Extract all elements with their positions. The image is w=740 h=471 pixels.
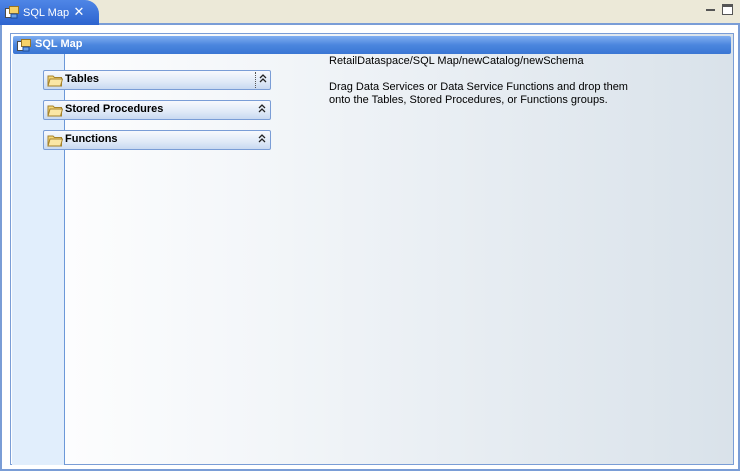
- sql-map-icon: [17, 39, 31, 52]
- collapse-icon[interactable]: [255, 72, 269, 88]
- header-title: SQL Map: [35, 38, 83, 50]
- double-chevron-up-icon: [258, 104, 266, 113]
- maximize-icon[interactable]: [722, 4, 733, 15]
- folder-icon: [47, 135, 63, 147]
- double-chevron-up-icon: [258, 134, 266, 143]
- tab-label: SQL Map: [23, 7, 70, 19]
- folder-icon: [47, 105, 63, 117]
- sql-map-canvas: SQL Map Tables Stored Procedures Functio…: [10, 33, 734, 465]
- tab-sql-map[interactable]: SQL Map ✕: [0, 0, 99, 25]
- minimize-icon[interactable]: [705, 4, 716, 15]
- schema-path: RetailDataspace/SQL Map/newCatalog/newSc…: [329, 55, 584, 67]
- group-stored-procedures[interactable]: Stored Procedures: [43, 100, 271, 120]
- editor-tab-strip: SQL Map ✕: [0, 0, 740, 25]
- instructions-text: Drag Data Services or Data Service Funct…: [329, 81, 628, 107]
- close-icon[interactable]: ✕: [73, 5, 85, 18]
- group-label: Tables: [65, 73, 100, 85]
- group-tables[interactable]: Tables: [43, 70, 271, 90]
- group-label: Stored Procedures: [65, 103, 164, 115]
- sql-map-editor: SQL Map Tables Stored Procedures Functio…: [0, 25, 740, 471]
- group-label: Functions: [65, 133, 118, 145]
- folder-icon: [47, 75, 63, 87]
- sql-map-icon: [5, 6, 19, 19]
- sql-map-header: SQL Map: [13, 36, 731, 54]
- collapse-icon[interactable]: [255, 132, 269, 148]
- group-functions[interactable]: Functions: [43, 130, 271, 150]
- collapse-icon[interactable]: [255, 102, 269, 118]
- instructions-line: onto the Tables, Stored Procedures, or F…: [329, 94, 608, 106]
- double-chevron-up-icon: [259, 74, 266, 83]
- instructions-line: Drag Data Services or Data Service Funct…: [329, 81, 628, 93]
